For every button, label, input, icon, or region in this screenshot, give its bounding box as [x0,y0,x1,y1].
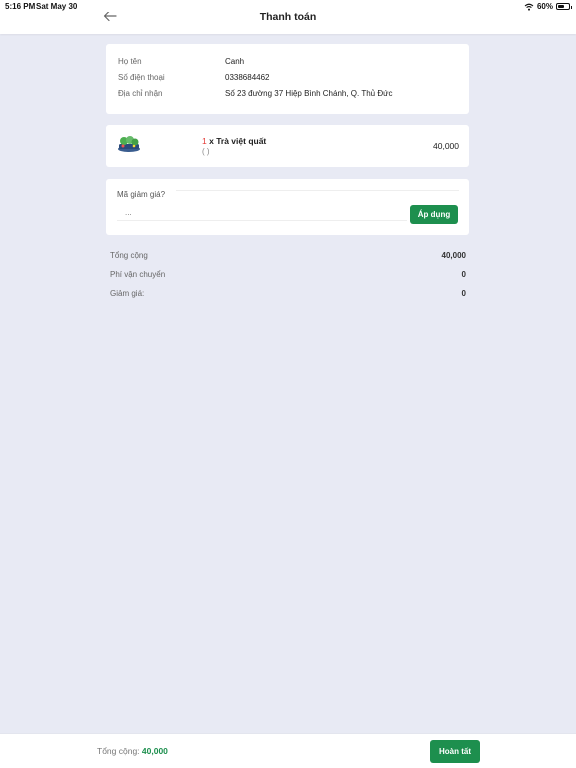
phone-label: Số điện thoại [118,73,165,82]
footer-total-value: 40,000 [141,746,168,756]
address-value: Số 23 đường 37 Hiệp Bình Chánh, Q. Thủ Đ… [225,89,393,98]
product-title: Trà việt quất [216,136,267,146]
status-time: 5:16 PM [5,2,36,11]
footer-total: Tổng cộng: 40,000 [97,746,168,756]
battery-icon [556,3,572,10]
discount-amount-value: 0 [461,289,466,298]
phone-value: 0338684462 [225,73,270,82]
name-value: Canh [225,57,245,66]
status-indicators: 60% [524,2,572,11]
page-title: Thanh toán [259,11,317,23]
complete-order-button[interactable]: Hoàn tất [430,740,480,763]
product-name: 1 x Trà việt quất [202,136,266,146]
cart-item: 1 x Trà việt quất ( ) 40,000 [106,125,469,167]
subtotal-label: Tổng cộng [110,251,148,260]
apply-discount-button[interactable]: Áp dụng [410,205,458,224]
status-date: Sat May 30 [36,2,78,11]
discount-code-input[interactable] [117,205,407,221]
discount-card: Mã giảm giá? Áp dụng [106,179,469,235]
product-thumbnail [117,135,141,153]
checkout-footer: Tổng cộng: 40,000 Hoàn tất [0,733,576,768]
shipping-label: Phí vận chuyển [110,270,166,279]
shipping-value: 0 [461,270,466,279]
name-label: Họ tên [118,57,142,66]
battery-percent: 60% [536,2,553,11]
customer-info-card: Họ tên Canh Số điện thoại 0338684462 Địa… [106,44,469,114]
footer-total-label: Tổng cộng: [97,746,140,756]
divider [176,190,459,191]
status-bar: 5:16 PM Sat May 30 60% [0,0,576,12]
address-label: Địa chỉ nhận [118,89,163,98]
product-price: 40,000 [433,141,459,151]
quantity-separator: x [206,136,217,146]
discount-amount-label: Giảm giá: [110,289,145,298]
subtotal-value: 40,000 [441,251,466,260]
discount-label: Mã giảm giá? [117,190,166,199]
battery-level [558,5,564,8]
wifi-icon [524,3,534,11]
product-options: ( ) [202,147,210,156]
